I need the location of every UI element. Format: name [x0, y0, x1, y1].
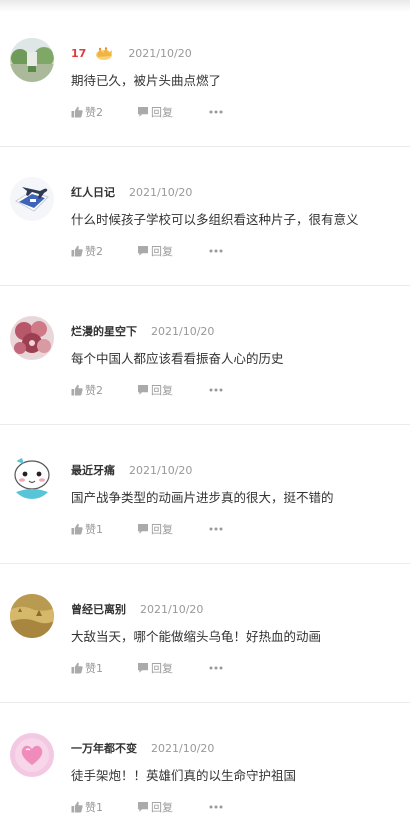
like-count: 赞2: [85, 106, 103, 119]
more-dots-icon: [209, 527, 223, 531]
like-button[interactable]: 赞1: [71, 799, 103, 815]
comment-list-page: 17 2021/10/20 期待已久，被片头曲点燃了 赞2 回复 红人日记 20…: [0, 0, 410, 831]
comment-text: 徒手架炮！！英雄们真的以生命守护祖国: [71, 768, 297, 783]
like-count: 赞1: [85, 523, 103, 536]
speech-bubble-icon: [138, 802, 148, 812]
avatar[interactable]: [10, 455, 54, 499]
comment-text: 每个中国人都应该看看振奋人心的历史: [71, 351, 284, 366]
avatar[interactable]: [10, 594, 54, 638]
reply-button[interactable]: 回复: [137, 799, 173, 815]
like-button[interactable]: 赞1: [71, 521, 103, 537]
more-options-button[interactable]: [209, 666, 223, 670]
comment-actions: 赞1 回复: [71, 661, 223, 675]
thumbs-up-icon: [71, 523, 83, 535]
pink-heart-avatar-icon: [10, 733, 54, 777]
reply-button[interactable]: 回复: [137, 660, 173, 676]
speech-bubble-icon: [138, 524, 148, 534]
reply-label: 回复: [151, 662, 173, 675]
plane-ticket-avatar-icon: [10, 177, 54, 221]
comment-actions: 赞2 回复: [71, 105, 223, 119]
comment-date: 2021/10/20: [140, 602, 204, 616]
reply-button[interactable]: 回复: [137, 382, 173, 398]
thumbs-up-icon: [71, 106, 83, 118]
more-options-button[interactable]: [209, 249, 223, 253]
comment-date: 2021/10/20: [128, 46, 192, 60]
thumbs-up-icon: [71, 801, 83, 813]
like-count: 赞2: [85, 384, 103, 397]
speech-bubble-icon: [138, 385, 148, 395]
cartoon-face-avatar-icon: [10, 455, 54, 499]
thumbs-up-icon: [71, 245, 83, 257]
avatar[interactable]: [10, 733, 54, 777]
speech-bubble-icon: [138, 107, 148, 117]
reply-button[interactable]: 回复: [137, 243, 173, 259]
username[interactable]: 烂漫的星空下: [71, 323, 137, 339]
more-dots-icon: [209, 666, 223, 670]
reply-button[interactable]: 回复: [137, 521, 173, 537]
reply-label: 回复: [151, 384, 173, 397]
thumbs-up-icon: [71, 662, 83, 674]
comment-actions: 赞2 回复: [71, 383, 223, 397]
username[interactable]: 一万年都不变: [71, 740, 137, 756]
more-options-button[interactable]: [209, 527, 223, 531]
more-dots-icon: [209, 249, 223, 253]
username[interactable]: 最近牙痛: [71, 462, 115, 478]
like-button[interactable]: 赞2: [71, 382, 103, 398]
comment-actions: 赞1 回复: [71, 800, 223, 814]
comment-item: 17 2021/10/20 期待已久，被片头曲点燃了 赞2 回复: [0, 8, 410, 147]
reply-label: 回复: [151, 523, 173, 536]
flowers-avatar-icon: [10, 316, 54, 360]
reply-button[interactable]: 回复: [137, 104, 173, 120]
speech-bubble-icon: [138, 663, 148, 673]
comment-actions: 赞1 回复: [71, 522, 223, 536]
like-button[interactable]: 赞2: [71, 243, 103, 259]
like-button[interactable]: 赞2: [71, 104, 103, 120]
crown-badge-icon: [94, 46, 114, 60]
speech-bubble-icon: [138, 246, 148, 256]
comment-item: 曾经已离别 2021/10/20 大敌当天，哪个能做缩头乌龟！好热血的动画 赞1…: [0, 564, 410, 703]
golden-field-avatar-icon: [10, 594, 54, 638]
more-options-button[interactable]: [209, 110, 223, 114]
comment-date: 2021/10/20: [151, 324, 215, 338]
more-dots-icon: [209, 388, 223, 392]
comment-date: 2021/10/20: [129, 185, 193, 199]
comment-item: 一万年都不变 2021/10/20 徒手架炮！！英雄们真的以生命守护祖国 赞1 …: [0, 703, 410, 831]
reply-label: 回复: [151, 801, 173, 814]
comment-text: 期待已久，被片头曲点燃了: [71, 73, 222, 88]
avatar[interactable]: [10, 316, 54, 360]
reply-label: 回复: [151, 106, 173, 119]
comment-date: 2021/10/20: [129, 463, 193, 477]
username[interactable]: 17: [71, 47, 86, 60]
like-button[interactable]: 赞1: [71, 660, 103, 676]
more-options-button[interactable]: [209, 388, 223, 392]
reply-label: 回复: [151, 245, 173, 258]
like-count: 赞1: [85, 801, 103, 814]
username[interactable]: 红人日记: [71, 184, 115, 200]
comment-date: 2021/10/20: [151, 741, 215, 755]
comment-text: 大敌当天，哪个能做缩头乌龟！好热血的动画: [71, 629, 322, 644]
more-dots-icon: [209, 805, 223, 809]
thumbs-up-icon: [71, 384, 83, 396]
more-options-button[interactable]: [209, 805, 223, 809]
green-outdoor-avatar-icon: [10, 38, 54, 82]
like-count: 赞2: [85, 245, 103, 258]
more-dots-icon: [209, 110, 223, 114]
avatar[interactable]: [10, 38, 54, 82]
comment-item: 最近牙痛 2021/10/20 国产战争类型的动画片进步真的很大，挺不错的 赞1…: [0, 425, 410, 564]
username[interactable]: 曾经已离别: [71, 601, 126, 617]
avatar[interactable]: [10, 177, 54, 221]
comment-item: 烂漫的星空下 2021/10/20 每个中国人都应该看看振奋人心的历史 赞2 回…: [0, 286, 410, 425]
comment-text: 国产战争类型的动画片进步真的很大，挺不错的: [71, 490, 334, 505]
comment-actions: 赞2 回复: [71, 244, 223, 258]
comment-text: 什么时候孩子学校可以多组织看这种片子，很有意义: [71, 212, 359, 227]
like-count: 赞1: [85, 662, 103, 675]
comment-item: 红人日记 2021/10/20 什么时候孩子学校可以多组织看这种片子，很有意义 …: [0, 147, 410, 286]
